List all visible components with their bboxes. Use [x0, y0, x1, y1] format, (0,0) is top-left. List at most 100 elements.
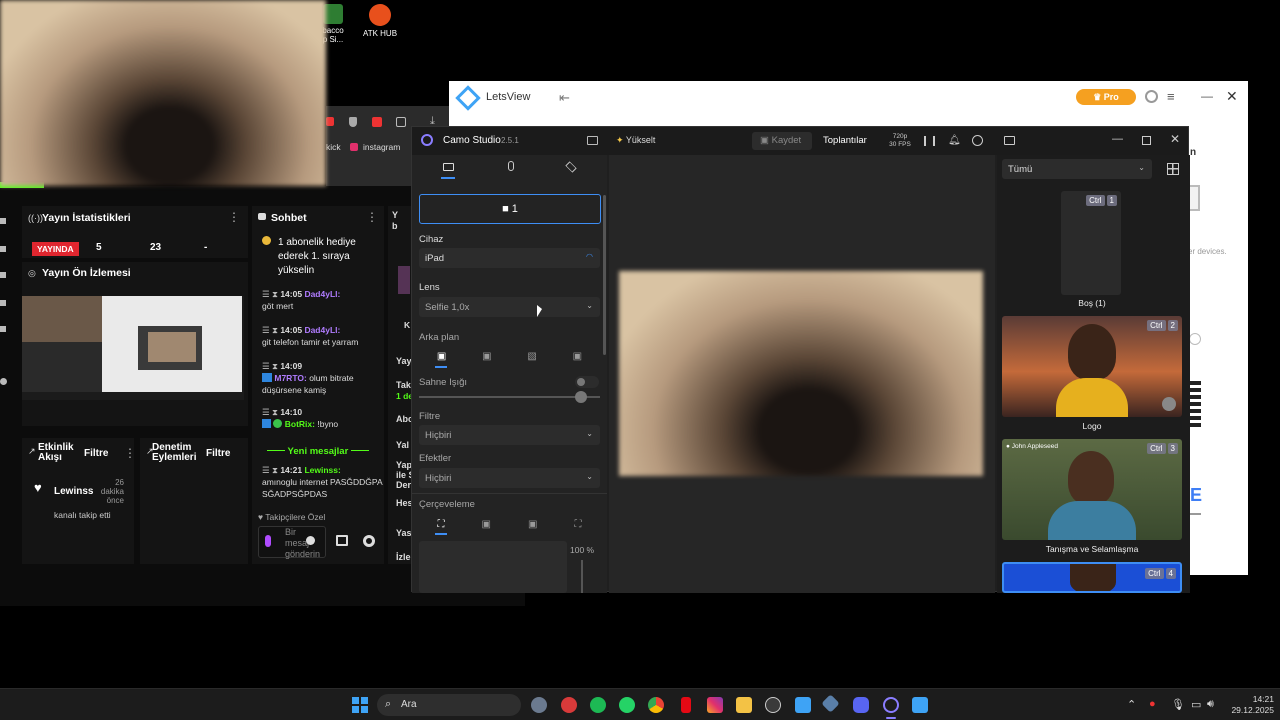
network-icon[interactable]: ▭ [1191, 698, 1201, 711]
camo-taskbar-icon[interactable] [883, 697, 899, 713]
slider-thumb[interactable] [575, 391, 587, 403]
minimize-icon[interactable]: — [1201, 89, 1213, 103]
framing-auto-icon[interactable]: ▣ [482, 519, 491, 530]
rail-icon[interactable] [0, 326, 6, 332]
tab-audio[interactable] [482, 155, 538, 181]
gear-icon[interactable] [0, 378, 7, 385]
letsview-side-text: er devices. [1188, 247, 1227, 256]
meetings-button[interactable]: Toplantılar [823, 135, 867, 146]
extension-icon[interactable] [396, 117, 406, 127]
framing-custom-icon[interactable]: ⛶ [574, 519, 581, 530]
followers-only-notice: ♥ Takipçilere Özel [258, 512, 326, 522]
desktop-icon-atk-hub[interactable]: ATK HUB [360, 4, 400, 38]
tab-video[interactable] [412, 155, 482, 181]
user-icon[interactable] [1145, 90, 1158, 103]
scene-card[interactable]: Ctrl 2 [1002, 316, 1182, 417]
moderation-filter-button[interactable]: Filtre [206, 448, 230, 459]
discord-taskbar-icon[interactable] [853, 697, 869, 713]
whatsapp-taskbar-icon[interactable] [619, 697, 635, 713]
rail-icon[interactable] [0, 272, 6, 278]
volume-icon[interactable]: 🔊︎ [1207, 698, 1214, 711]
help-icon[interactable] [972, 135, 983, 146]
scene-card[interactable]: Ctrl 4 [1002, 562, 1182, 593]
background-blur-icon[interactable]: ▣ [482, 351, 491, 362]
store-icon[interactable] [336, 535, 348, 546]
more-icon[interactable]: ⋮ [124, 446, 136, 460]
tab-overlays[interactable] [538, 155, 607, 181]
sidebar-scrollbar[interactable] [603, 195, 606, 355]
spotify-taskbar-icon[interactable] [590, 697, 606, 713]
chat-user[interactable]: Dad4yLl: [304, 325, 340, 335]
device-select[interactable]: iPad ◠ [419, 248, 600, 268]
help-icon[interactable] [1189, 333, 1201, 345]
upgrade-button[interactable]: ✦ Yükselt [616, 135, 655, 146]
pdf-icon[interactable] [372, 117, 382, 127]
bell-icon[interactable]: 🔔︎ [948, 135, 961, 146]
windows-start-icon[interactable] [352, 697, 368, 713]
close-icon[interactable]: ✕ [1170, 132, 1180, 146]
filter-select[interactable]: Hiçbiri ⌄ [419, 425, 600, 445]
scene-card[interactable]: ● John Appleseed Ctrl 3 [1002, 439, 1182, 540]
framing-mode-selector[interactable]: ⛶ ▣ ▣ ⛶ [419, 515, 600, 533]
instagram-taskbar-icon[interactable] [707, 697, 723, 713]
chrome-taskbar-icon[interactable] [648, 697, 664, 713]
maximize-icon[interactable] [1142, 136, 1151, 145]
minimize-icon[interactable]: — [1112, 133, 1123, 145]
search-box[interactable]: ⌕ Ara [377, 694, 521, 716]
close-icon[interactable]: ✕ [1226, 88, 1238, 105]
chat-user[interactable]: Lewinss: [304, 465, 340, 475]
rail-icon[interactable] [0, 218, 6, 224]
stage-light-toggle[interactable] [575, 376, 599, 388]
effects-select[interactable]: Hiçbiri ⌄ [419, 468, 600, 488]
scene-card[interactable]: Ctrl 1 [1061, 191, 1121, 295]
netflix-taskbar-icon[interactable] [681, 697, 691, 713]
sidebar-toggle-icon[interactable] [587, 136, 598, 145]
more-icon[interactable]: ⋮ [366, 210, 378, 224]
collapse-icon[interactable]: ⇤ [559, 90, 570, 106]
mic-icon[interactable] [265, 535, 271, 547]
microphone-tray-icon[interactable]: 🎙︎ [1171, 698, 1185, 711]
lens-select[interactable]: Selfie 1,0x ⌄ [419, 297, 600, 317]
chat-user[interactable]: Dad4yLl: [304, 289, 340, 299]
record-button[interactable]: ▣ Kaydet [752, 132, 812, 150]
letsview-taskbar-icon[interactable] [912, 697, 928, 713]
camera-select-button[interactable]: ■ 1 [419, 194, 601, 224]
framing-center-icon[interactable]: ▣ [528, 519, 537, 530]
gear-icon[interactable] [363, 535, 375, 547]
settings-taskbar-icon[interactable] [531, 697, 547, 713]
bookmark-instagram[interactable]: instagram [363, 142, 400, 152]
bookmark-kick[interactable]: kick [326, 142, 341, 152]
more-icon[interactable]: ⋮ [228, 210, 240, 224]
chat-user[interactable]: M7RTO: [274, 373, 306, 383]
clock[interactable]: 14:21 29.12.2025 [1222, 694, 1274, 716]
file-explorer-taskbar-icon[interactable] [736, 697, 752, 713]
zoom-slider[interactable] [581, 560, 583, 593]
background-replace-icon[interactable]: ▣ [573, 351, 582, 362]
background-none-icon[interactable]: ▣ [437, 351, 446, 362]
chat-user[interactable]: BotRix: [285, 419, 315, 429]
chevron-up-icon[interactable]: ⌃ [1127, 698, 1136, 711]
shortcut-badge: Ctrl 2 [1147, 320, 1178, 331]
layout-icon[interactable] [924, 136, 935, 146]
panel-toggle-icon[interactable] [1004, 136, 1015, 145]
chat-input[interactable]: Bir mesaj gönderin [258, 526, 326, 559]
menu-icon[interactable]: ≡ [1167, 89, 1175, 104]
new-messages-divider[interactable]: Yeni mesajlar [256, 446, 380, 457]
shield-icon[interactable] [349, 117, 357, 127]
app-tray-icon[interactable]: ● [1149, 698, 1156, 710]
background-mode-selector[interactable]: ▣ ▣ ▧ ▣ [419, 347, 600, 365]
rail-icon[interactable] [0, 246, 6, 252]
rail-icon[interactable] [0, 300, 6, 306]
app-taskbar-icon[interactable] [821, 694, 840, 713]
activity-filter-button[interactable]: Filtre [84, 448, 108, 459]
stage-light-slider[interactable] [419, 391, 600, 403]
emoji-icon[interactable] [306, 536, 315, 545]
notes-taskbar-icon[interactable] [795, 697, 811, 713]
framing-manual-icon[interactable]: ⛶ [438, 519, 445, 530]
app-taskbar-icon[interactable] [765, 697, 781, 713]
pro-button[interactable]: ♛ Pro [1076, 89, 1136, 105]
scene-filter-select[interactable]: Tümü ⌄ [1002, 159, 1152, 179]
background-remove-icon[interactable]: ▧ [527, 351, 536, 362]
grid-view-icon[interactable] [1167, 163, 1179, 175]
kick-taskbar-icon[interactable] [561, 697, 577, 713]
